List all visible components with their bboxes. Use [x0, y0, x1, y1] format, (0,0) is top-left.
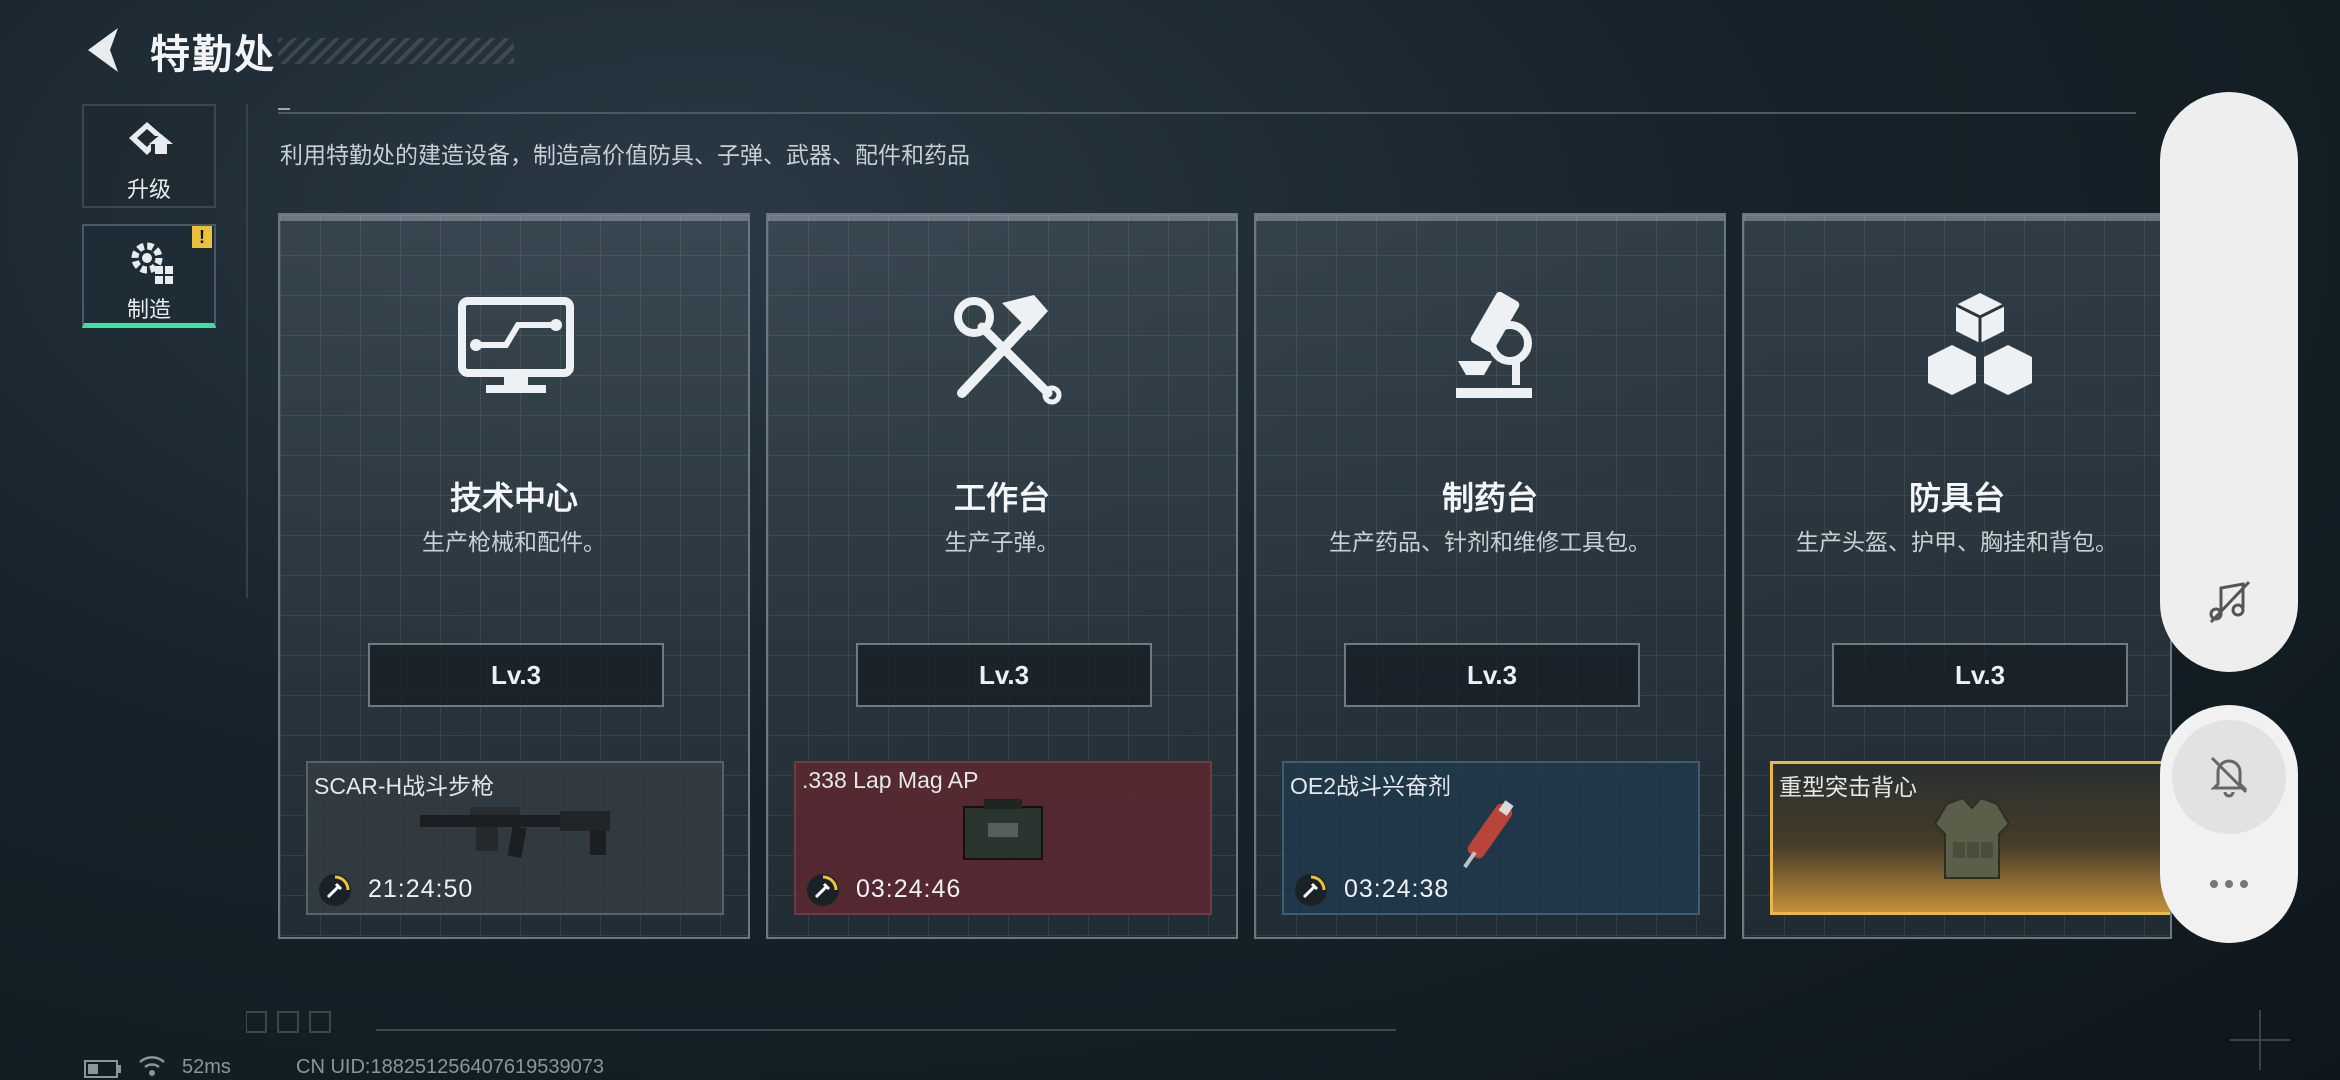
- hammer-wrench-icon: [954, 295, 1062, 405]
- title-decoration: [278, 38, 514, 64]
- station-name: 制药台: [1441, 480, 1538, 516]
- upgrade-icon: [129, 122, 173, 155]
- station-card-armor[interactable]: 防具台 生产头盔、护甲、胸挂和背包。 Lv.3 重型突击背心: [1742, 213, 2172, 939]
- computer-terminal-icon: [458, 297, 574, 393]
- station-description: 生产子弹。: [944, 529, 1060, 555]
- sidebar-item-label: 制造: [126, 297, 171, 322]
- product-name: 重型突击背心: [1779, 774, 1917, 800]
- more-options-icon[interactable]: [2204, 874, 2254, 894]
- header-divider: [278, 112, 2136, 114]
- station-card-tech-center[interactable]: 技术中心 生产枪械和配件。 Lv.3 SCAR-H战斗步枪 21:24:50: [278, 213, 750, 939]
- station-name: 防具台: [1908, 480, 2005, 516]
- crafting-slot-complete[interactable]: 重型突击背心: [1770, 761, 2170, 915]
- sidebar-divider: [246, 104, 248, 598]
- station-description: 生产药品、针剂和维修工具包。: [1329, 529, 1651, 555]
- station-name: 技术中心: [449, 480, 578, 516]
- product-name: .338 Lap Mag AP: [802, 767, 979, 793]
- corner-marker: [2230, 1010, 2290, 1070]
- boxes-icon: [1928, 293, 2032, 395]
- timer-icon: [1295, 874, 1327, 906]
- station-level-button[interactable]: Lv.3: [368, 643, 664, 707]
- bell-off-icon[interactable]: [2206, 752, 2252, 798]
- battery-icon: [84, 1060, 121, 1078]
- timer-icon: [807, 874, 839, 906]
- wifi-icon: [139, 1056, 165, 1076]
- page-subtitle: 利用特勤处的建造设备，制造高价值防具、子弹、武器、配件和药品: [280, 142, 970, 168]
- craft-timer: 03:24:38: [1344, 875, 1450, 903]
- music-off-icon[interactable]: [2205, 578, 2253, 626]
- crafting-slot[interactable]: SCAR-H战斗步枪 21:24:50: [306, 761, 724, 915]
- injector-image: [1463, 800, 1514, 869]
- craft-timer: 03:24:46: [856, 875, 962, 903]
- station-name: 工作台: [953, 480, 1050, 516]
- station-level-button[interactable]: Lv.3: [1344, 643, 1640, 707]
- sidebar-item-crafting[interactable]: ! 制造: [82, 224, 216, 328]
- craft-timer: 21:24:50: [368, 875, 474, 903]
- station-level-button[interactable]: Lv.3: [1832, 643, 2128, 707]
- sidebar-item-upgrade[interactable]: 升级: [82, 104, 216, 208]
- warning-badge: !: [192, 226, 212, 248]
- product-name: OE2战斗兴奋剂: [1290, 773, 1452, 799]
- ping-readout: 52ms: [182, 1056, 231, 1078]
- station-description: 生产头盔、护甲、胸挂和背包。: [1796, 529, 2118, 555]
- bottom-decoration: [246, 1011, 1396, 1033]
- user-uid: CN UID:1882512564076195390​73: [296, 1056, 605, 1078]
- back-arrow-icon[interactable]: [80, 22, 128, 78]
- crafting-gear-icon: [131, 242, 173, 284]
- rifle-image: [420, 807, 610, 858]
- timer-icon: [319, 874, 351, 906]
- crafting-slot[interactable]: OE2战斗兴奋剂 03:24:38: [1282, 761, 1700, 915]
- station-description: 生产枪械和配件。: [422, 529, 606, 555]
- station-card-workbench[interactable]: 工作台 生产子弹。 Lv.3 .338 Lap Mag AP 03:24:46: [766, 213, 1238, 939]
- sidebar-item-label: 升级: [126, 177, 171, 202]
- station-level-button[interactable]: Lv.3: [856, 643, 1152, 707]
- ammo-box-image: [963, 799, 1043, 860]
- page-title: 特勤处: [150, 33, 276, 77]
- microscope-icon: [1456, 291, 1532, 398]
- station-card-pharmacy[interactable]: 制药台 生产药品、针剂和维修工具包。 Lv.3 OE2战斗兴奋剂 03:24:3…: [1254, 213, 1726, 939]
- divider-tick: [278, 108, 290, 110]
- crafting-slot[interactable]: .338 Lap Mag AP 03:24:46: [794, 761, 1212, 915]
- vest-image: [1933, 796, 2011, 879]
